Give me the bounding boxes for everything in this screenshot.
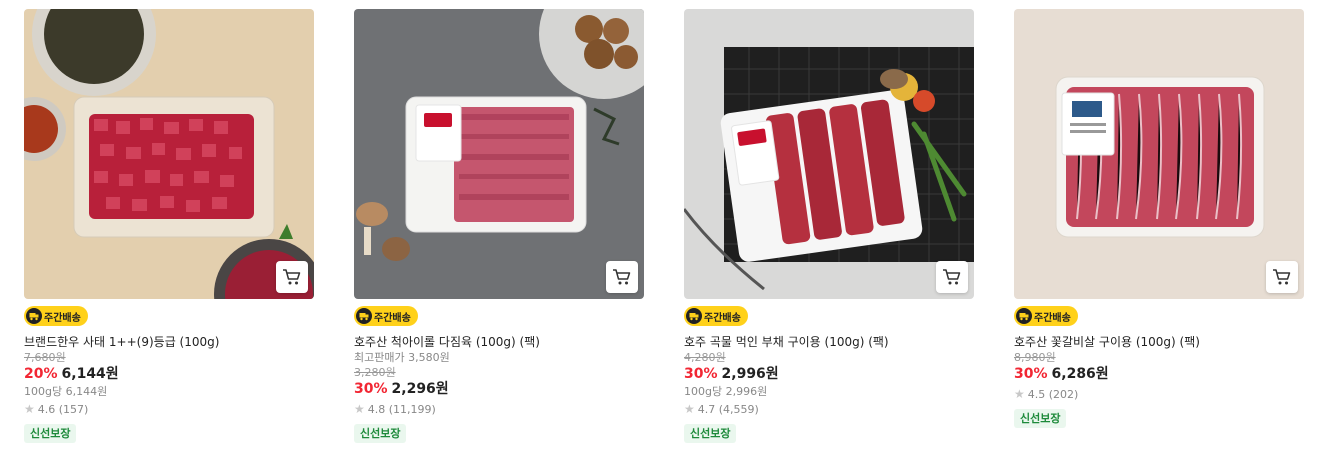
rating: ★ 4.5 (202) (1014, 386, 1304, 403)
rating-value: 4.8 (367, 403, 386, 416)
lowest-price-note: 최고판매가 3,580원 (354, 351, 450, 364)
cart-icon (283, 269, 301, 285)
truck-icon (1016, 308, 1032, 324)
product-image[interactable] (1014, 9, 1304, 299)
product-photo (1014, 9, 1304, 299)
rating-value: 4.7 (697, 403, 716, 416)
product-image[interactable] (354, 9, 644, 299)
discount-rate: 30% (1014, 366, 1048, 382)
fresh-guarantee-tag: 신선보장 (684, 424, 737, 443)
add-to-cart-button[interactable] (936, 261, 968, 293)
fresh-guarantee-tag: 신선보장 (1014, 409, 1067, 428)
original-price: 8,980원 (1014, 351, 1056, 364)
truck-icon (686, 308, 702, 324)
discount-rate: 30% (354, 381, 388, 397)
product-card[interactable]: 주간배송 호주 곡물 먹인 부채 구이용 (100g) (팩) 4,280원 3… (684, 9, 974, 443)
rating-value: 4.6 (37, 403, 56, 416)
fresh-guarantee-tag: 신선보장 (354, 424, 407, 443)
product-card[interactable]: 주간배송 브랜드한우 사태 1++(9)등급 (100g) 7,680원 20%… (24, 9, 314, 443)
review-count: (11,199) (388, 403, 436, 416)
add-to-cart-button[interactable] (606, 261, 638, 293)
product-card[interactable]: 주간배송 호주산 꽃갈비살 구이용 (100g) (팩) 8,980원 30% 6… (1014, 9, 1304, 428)
cart-icon (1273, 269, 1291, 285)
rating: ★ 4.6 (157) (24, 401, 314, 418)
review-count: (4,559) (718, 403, 759, 416)
star-icon: ★ (24, 402, 35, 416)
product-title[interactable]: 호주 곡물 먹인 부채 구이용 (100g) (팩) (684, 334, 974, 350)
sale-price: 2,296원 (391, 381, 449, 397)
product-photo (354, 9, 644, 299)
rating: ★ 4.8 (11,199) (354, 401, 644, 418)
unit-price: 100g당 6,144원 (24, 385, 108, 398)
sale-price: 2,996원 (721, 366, 779, 382)
cart-icon (613, 269, 631, 285)
product-image[interactable] (24, 9, 314, 299)
price-row: 20% 6,144원 (24, 365, 314, 384)
sale-price: 6,144원 (61, 366, 119, 382)
rating-value: 4.5 (1027, 388, 1046, 401)
product-title[interactable]: 브랜드한우 사태 1++(9)등급 (100g) (24, 334, 314, 350)
star-icon: ★ (684, 402, 695, 416)
badge-label: 주간배송 (374, 312, 411, 324)
weekly-delivery-badge: 주간배송 (354, 306, 418, 326)
product-title[interactable]: 호주산 꽃갈비살 구이용 (100g) (팩) (1014, 334, 1304, 350)
fresh-guarantee-tag: 신선보장 (24, 424, 77, 443)
unit-price: 100g당 2,996원 (684, 385, 768, 398)
review-count: (157) (58, 403, 89, 416)
original-price: 3,280원 (354, 366, 396, 379)
price-row: 30% 2,996원 (684, 365, 974, 384)
weekly-delivery-badge: 주간배송 (684, 306, 748, 326)
product-image[interactable] (684, 9, 974, 299)
original-price: 4,280원 (684, 351, 726, 364)
sale-price: 6,286원 (1051, 366, 1109, 382)
product-photo (24, 9, 314, 299)
add-to-cart-button[interactable] (1266, 261, 1298, 293)
product-photo (684, 9, 974, 299)
price-row: 30% 2,296원 (354, 380, 644, 399)
weekly-delivery-badge: 주간배송 (1014, 306, 1078, 326)
discount-rate: 20% (24, 366, 58, 382)
rating: ★ 4.7 (4,559) (684, 401, 974, 418)
badge-label: 주간배송 (44, 312, 81, 324)
add-to-cart-button[interactable] (276, 261, 308, 293)
price-row: 30% 6,286원 (1014, 365, 1304, 384)
truck-icon (356, 308, 372, 324)
star-icon: ★ (354, 402, 365, 416)
cart-icon (943, 269, 961, 285)
original-price: 7,680원 (24, 351, 66, 364)
review-count: (202) (1048, 388, 1079, 401)
product-card[interactable]: 주간배송 호주산 척아이롤 다짐육 (100g) (팩) 최고판매가 3,580… (354, 9, 644, 443)
truck-icon (26, 308, 42, 324)
weekly-delivery-badge: 주간배송 (24, 306, 88, 326)
badge-label: 주간배송 (1034, 312, 1071, 324)
product-title[interactable]: 호주산 척아이롤 다짐육 (100g) (팩) (354, 334, 644, 350)
badge-label: 주간배송 (704, 312, 741, 324)
star-icon: ★ (1014, 387, 1025, 401)
discount-rate: 30% (684, 366, 718, 382)
